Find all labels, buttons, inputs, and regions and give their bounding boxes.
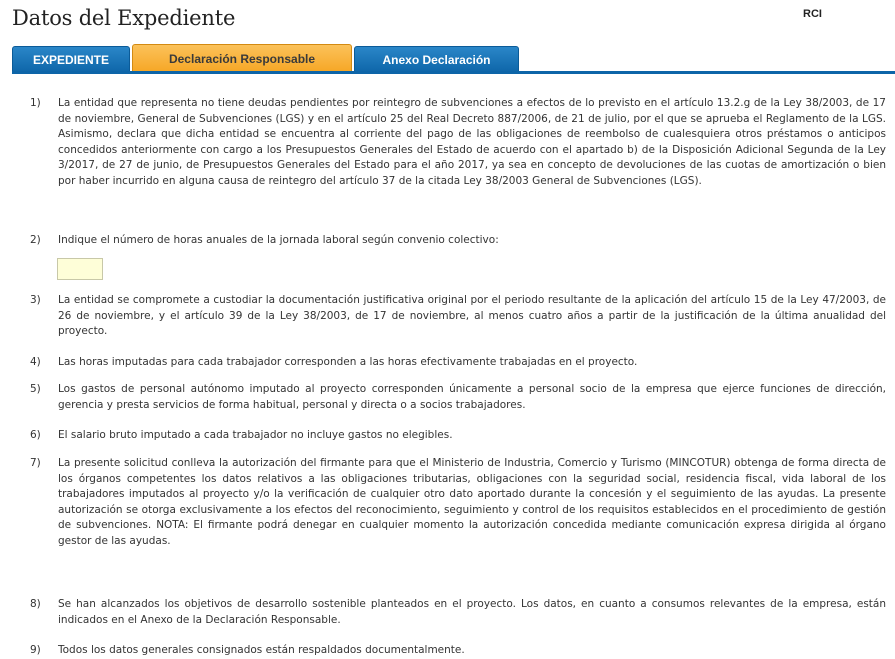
- item-text: Las horas imputadas para cada trabajador…: [58, 356, 638, 368]
- tab-bar-underline: [12, 71, 895, 74]
- item-number: 8): [30, 598, 41, 610]
- item-text: La presente solicitud conlleva la autori…: [58, 457, 886, 547]
- page-title: Datos del Expediente: [12, 6, 236, 30]
- item-text: El salario bruto imputado a cada trabaja…: [58, 429, 453, 441]
- annual-hours-input[interactable]: [57, 258, 103, 280]
- item-number: 5): [30, 383, 41, 395]
- item-number: 3): [30, 294, 41, 306]
- tab-expediente[interactable]: EXPEDIENTE: [12, 46, 130, 74]
- tab-strip: EXPEDIENTE Declaración Responsable Anexo…: [12, 44, 519, 74]
- item-number: 9): [30, 644, 41, 656]
- item-text: La entidad se compromete a custodiar la …: [58, 294, 886, 337]
- item-text: La entidad que representa no tiene deuda…: [58, 97, 886, 187]
- item-text: Indique el número de horas anuales de la…: [58, 234, 499, 246]
- item-text: Se han alcanzados los objetivos de desar…: [58, 598, 886, 626]
- rci-label: RCI: [803, 8, 822, 20]
- item-number: 4): [30, 356, 41, 368]
- item-number: 7): [30, 457, 41, 469]
- tab-anexo-declaracion[interactable]: Anexo Declaración: [354, 46, 519, 74]
- item-number: 1): [30, 97, 41, 109]
- item-number: 6): [30, 429, 41, 441]
- item-text: Todos los datos generales consignados es…: [58, 644, 465, 656]
- item-text: Los gastos de personal autónomo imputado…: [58, 383, 886, 411]
- tab-declaracion-responsable[interactable]: Declaración Responsable: [132, 44, 352, 74]
- item-number: 2): [30, 234, 41, 246]
